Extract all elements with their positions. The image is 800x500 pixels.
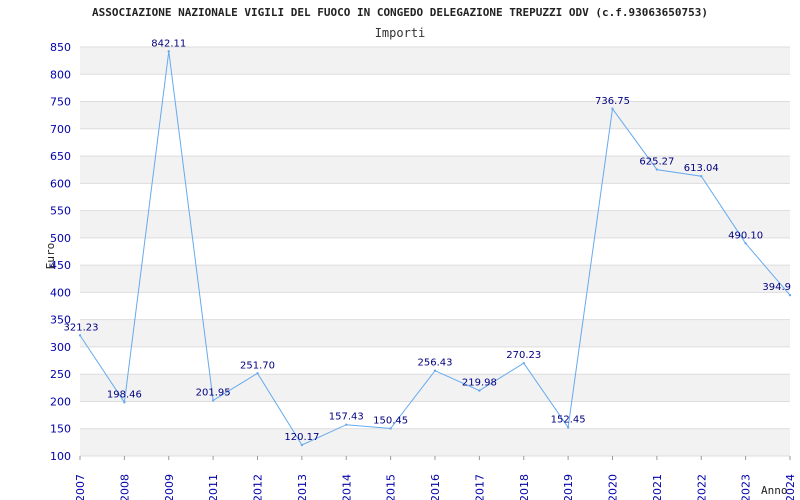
- data-label: 613.04: [684, 163, 719, 174]
- x-tick-label: 2020: [607, 474, 620, 500]
- x-tick-label: 2021: [651, 474, 664, 500]
- data-point: [78, 334, 82, 337]
- data-point: [566, 426, 570, 429]
- data-point: [788, 293, 792, 297]
- data-label: 150.45: [373, 415, 408, 426]
- y-tick-label: 150: [50, 423, 71, 436]
- plot-band: [80, 47, 790, 75]
- data-point: [167, 50, 170, 53]
- data-point: [700, 175, 703, 178]
- data-point: [611, 107, 614, 110]
- plot-band: [80, 210, 790, 238]
- x-tick-label: 2013: [296, 474, 309, 500]
- data-label: 321.23: [64, 322, 99, 333]
- x-axis-label: Anno: [761, 484, 788, 497]
- plot-band: [80, 237, 790, 266]
- x-tick-label: 2008: [118, 474, 131, 500]
- plot-band: [80, 374, 790, 402]
- data-point: [211, 399, 215, 402]
- y-tick-label: 300: [50, 341, 71, 354]
- x-tick-label: 2016: [429, 474, 442, 500]
- x-axis-ticks: 2007 2008 2009 2011 2012 2013 2014 2015 2016 2017…: [74, 474, 797, 500]
- y-tick-label: 550: [50, 205, 71, 218]
- y-tick-label: 750: [50, 96, 71, 109]
- data-point: [389, 427, 392, 430]
- data-point: [256, 372, 259, 375]
- x-tick-label: 2007: [74, 474, 87, 500]
- y-tick-label: 650: [50, 150, 71, 163]
- line-chart: ASSOCIAZIONE NAZIONALE VIGILI DEL FUOCO …: [44, 6, 797, 500]
- data-point: [345, 423, 348, 426]
- data-point: [744, 242, 747, 245]
- data-label: 270.23: [506, 350, 541, 361]
- y-tick-label: 400: [50, 286, 71, 299]
- data-point: [655, 168, 659, 171]
- plot-band: [80, 319, 790, 347]
- data-label: 201.95: [196, 387, 231, 398]
- data-label: 251.70: [240, 360, 275, 371]
- plot-band: [80, 428, 790, 456]
- data-point: [123, 401, 126, 404]
- plot-band: [80, 265, 790, 293]
- plot-band: [80, 101, 790, 129]
- data-label: 152.45: [551, 414, 586, 425]
- y-tick-label: 200: [50, 395, 71, 408]
- x-tick-label: 2022: [695, 474, 708, 500]
- x-tick-label: 2017: [473, 474, 486, 500]
- y-tick-label: 850: [50, 41, 71, 54]
- y-tick-label: 100: [50, 450, 71, 463]
- data-label: 120.17: [284, 432, 319, 443]
- x-tick-label: 2009: [163, 474, 176, 500]
- data-point: [433, 369, 437, 372]
- y-axis-label: Euro: [44, 243, 57, 270]
- y-tick-label: 700: [50, 123, 71, 136]
- chart-title: ASSOCIAZIONE NAZIONALE VIGILI DEL FUOCO …: [92, 6, 708, 19]
- data-label: 198.46: [107, 389, 142, 400]
- data-label: 490.10: [728, 230, 763, 241]
- y-tick-label: 600: [50, 177, 71, 190]
- data-label: 842.11: [151, 38, 186, 49]
- x-tick-label: 2014: [340, 474, 353, 500]
- x-tick-label: 2019: [562, 474, 575, 500]
- data-label: 736.75: [595, 96, 630, 107]
- data-label: 256.43: [418, 358, 453, 369]
- plot-band: [80, 128, 790, 157]
- y-tick-label: 250: [50, 368, 71, 381]
- data-point: [300, 443, 304, 447]
- data-point: [478, 389, 481, 392]
- x-tick-label: 2012: [252, 474, 265, 500]
- y-tick-label: 800: [50, 68, 71, 81]
- plot-band: [80, 401, 790, 429]
- plot-band: [80, 74, 790, 102]
- data-label: 219.98: [462, 378, 497, 389]
- x-tick-label: 2018: [518, 474, 531, 500]
- data-label: 394.9: [762, 282, 791, 293]
- plot-band: [80, 292, 790, 320]
- data-label: 625.27: [639, 157, 674, 168]
- x-tick-label: 2011: [207, 474, 220, 500]
- x-tick-label: 2015: [385, 474, 398, 500]
- data-point: [522, 361, 525, 365]
- x-tick-label: 2023: [740, 474, 753, 500]
- chart-subtitle: Importi: [375, 26, 426, 40]
- plot-background-bands: [80, 47, 790, 456]
- data-label: 157.43: [329, 412, 364, 423]
